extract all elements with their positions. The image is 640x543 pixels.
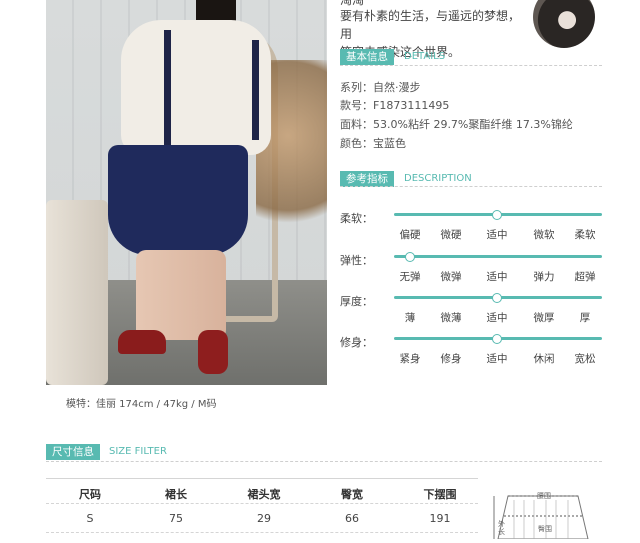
info-key: 系列： [340,81,373,94]
section-tag: 尺寸信息 [46,444,100,460]
indicator-track [394,255,602,258]
section-details: 基本信息 DETAILS [340,49,602,65]
section-tag: 基本信息 [340,49,394,65]
indicator-option: 薄 [404,312,416,324]
indicator-option: 适中 [486,271,508,283]
info-key: 面料： [340,118,373,131]
indicator-option: 厚 [579,312,591,324]
divider [46,461,602,462]
indicator-label: 弹性： [340,254,373,267]
divider [340,186,602,187]
section-description: 参考指标 DESCRIPTION [340,171,602,187]
divider [340,65,602,66]
table-rule [46,532,478,533]
info-value: 宝蓝色 [373,137,406,150]
model-photo [46,0,327,385]
table-rule [46,503,478,504]
info-row-series: 系列：自然·漫步 [340,79,421,95]
indicator-label: 修身： [340,336,373,349]
info-key: 颜色： [340,137,373,150]
indicator-option: 偏硬 [399,229,421,241]
info-value: F1873111495 [373,99,450,112]
diagram-label: 外长 [498,520,505,536]
table-header: 下摆围 [423,488,457,501]
avatar [533,0,595,48]
diagram-label: 腰围 [537,492,551,500]
indicator-option: 微薄 [440,312,462,324]
section-subtitle: DETAILS [404,51,446,62]
section-subtitle: DESCRIPTION [404,173,472,184]
table-header: 臀宽 [341,488,363,501]
indicator-knob [492,293,502,303]
table-cell: S [86,512,94,525]
indicator-knob [492,210,502,220]
section-tag: 参考指标 [340,171,394,187]
table-header: 裙长 [165,488,187,501]
table-cell: 29 [257,512,271,525]
indicator-option: 宽松 [574,353,596,365]
indicator-option: 超弹 [574,271,596,283]
table-cell: 191 [429,512,451,525]
diagram-label: 臀围 [538,525,552,533]
indicator-option: 修身 [440,353,462,365]
info-row-style-no: 款号：F1873111495 [340,97,449,113]
indicator-option: 适中 [486,229,508,241]
info-value: 53.0%粘纤 29.7%聚酯纤维 17.3%锦纶 [373,118,573,131]
info-row-color: 颜色：宝蓝色 [340,135,406,151]
table-cell: 75 [169,512,183,525]
table-rule [46,478,478,479]
indicator-option: 休闲 [533,353,555,365]
indicator-option: 适中 [486,312,508,324]
table-header: 裙头宽 [247,488,281,501]
indicator-option: 适中 [486,353,508,365]
info-value: 自然·漫步 [373,81,421,94]
indicator-label: 厚度： [340,295,373,308]
info-row-fabric: 面料：53.0%粘纤 29.7%聚酯纤维 17.3%锦纶 [340,116,573,132]
indicator-option: 微软 [533,229,555,241]
indicator-option: 柔软 [574,229,596,241]
indicator-option: 紧身 [399,353,421,365]
table-cell: 66 [345,512,359,525]
indicator-option: 微弹 [440,271,462,283]
table-header: 尺码 [79,488,101,501]
model-caption: 模特：佳丽 174cm / 47kg / M码 [66,399,217,410]
section-size: 尺寸信息 SIZE FILTER [46,444,602,460]
quote-line: 要有朴素的生活，与遥远的梦想， 用 [340,9,521,41]
info-key: 款号： [340,99,373,112]
indicator-knob [492,334,502,344]
indicator-knob [405,252,415,262]
indicator-option: 微厚 [533,312,555,324]
section-subtitle: SIZE FILTER [109,446,167,457]
skirt-measure-diagram: 腰围 臀围 外长 [490,486,600,540]
indicator-label: 柔软： [340,212,373,225]
indicator-option: 无弹 [399,271,421,283]
indicator-option: 微硬 [440,229,462,241]
indicator-option: 弹力 [533,271,555,283]
